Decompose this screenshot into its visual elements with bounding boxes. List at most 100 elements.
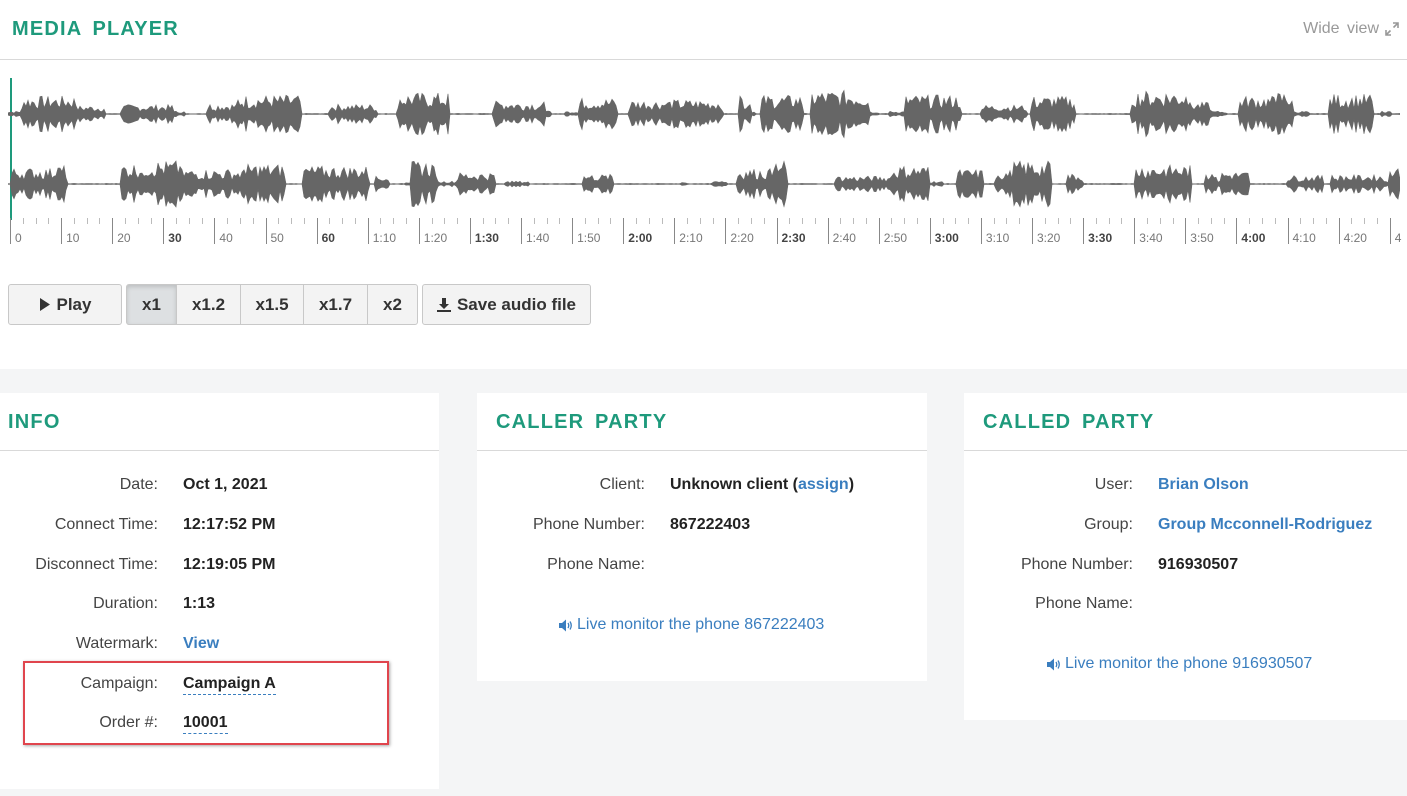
timeline-minor-tick [1159, 218, 1161, 224]
speed-x2-button[interactable]: x2 [367, 284, 418, 325]
timeline-minor-tick [763, 218, 765, 224]
download-icon [436, 297, 451, 312]
timeline-minor-tick [661, 218, 663, 224]
caller-phone-number-row: Phone Number: 867222403 [477, 516, 750, 538]
timeline-minor-tick [1249, 218, 1251, 224]
called-live-monitor-link[interactable]: Live monitor the phone 916930507 [1046, 655, 1312, 673]
timeline-minor-tick [1261, 218, 1263, 224]
timeline-label: 2:00 [628, 231, 653, 245]
timeline-tick [1236, 218, 1238, 244]
timeline-minor-tick [968, 218, 970, 224]
timeline-minor-tick [1172, 218, 1174, 224]
timeline-minor-tick [48, 218, 50, 224]
timeline-minor-tick [406, 218, 408, 224]
timeline-tick [163, 218, 165, 244]
assign-client-link[interactable]: assign [798, 476, 849, 493]
timeline-minor-tick [457, 218, 459, 224]
caller-live-monitor-link[interactable]: Live monitor the phone 867222403 [558, 616, 824, 634]
duration-value: 1:13 [183, 595, 216, 612]
timeline-tick [61, 218, 63, 244]
timeline-label: 3:50 [1190, 231, 1214, 245]
timeline-minor-tick [176, 218, 178, 224]
caller-party-panel: CALLER PARTY Client: Unknown client (ass… [477, 393, 927, 681]
group-link[interactable]: Group Mcconnell-Rodriguez [1158, 516, 1372, 534]
save-audio-label: Save audio file [456, 294, 577, 314]
date-label: Date: [119, 476, 158, 493]
wide-view-toggle[interactable]: Wide view [1303, 20, 1399, 38]
channel-2-wave [8, 160, 1400, 208]
timeline-minor-tick [495, 218, 497, 224]
caller-phone-name-label: Phone Name: [547, 556, 645, 573]
timeline-label: 3:40 [1139, 231, 1163, 245]
duration-label: Duration: [93, 595, 158, 612]
timeline-minor-tick [291, 218, 293, 224]
timeline-minor-tick [380, 218, 382, 224]
called-phone-number-row: Phone Number: 916930507 [964, 556, 1238, 578]
called-phone-number-value: 916930507 [1158, 556, 1239, 573]
timeline-minor-tick [124, 218, 126, 224]
timeline-label: 30 [168, 231, 182, 245]
speed-x1-button[interactable]: x1 [126, 284, 177, 325]
timeline-tick [1287, 218, 1289, 244]
timeline[interactable]: 0 10 20 30 40 50 60 1:10 1:20 1:30 1:40 1:50 2:00 2:1… [10, 218, 1401, 246]
media-player-title: MEDIA PLAYER [12, 18, 179, 40]
timeline-label: 3:00 [934, 231, 959, 245]
save-audio-button[interactable]: Save audio file [422, 284, 591, 325]
timeline-tick [827, 218, 829, 244]
timeline-minor-tick [904, 218, 906, 224]
channel-1-wave [8, 89, 1400, 139]
timeline-minor-tick [1044, 218, 1046, 224]
timeline-minor-tick [635, 218, 637, 224]
speed-x1-7-button[interactable]: x1.7 [303, 284, 368, 325]
timeline-tick [1185, 218, 1187, 244]
timeline-label: 4:10 [1292, 231, 1316, 245]
watermark-view-link[interactable]: View [183, 635, 219, 653]
timeline-minor-tick [1325, 218, 1327, 224]
speed-x1-5-button[interactable]: x1.5 [240, 284, 304, 325]
caller-client-row: Client: Unknown client (assign) [477, 476, 854, 498]
timeline-minor-tick [891, 218, 893, 224]
timeline-minor-tick [814, 218, 816, 224]
timeline-tick [929, 218, 931, 244]
timeline-minor-tick [1146, 218, 1148, 224]
timeline-label: 10 [66, 231, 80, 245]
timeline-minor-tick [1070, 218, 1072, 224]
caller-phone-number-label: Phone Number: [532, 516, 645, 533]
timeline-tick [674, 218, 676, 244]
timeline-tick [265, 218, 267, 244]
timeline-minor-tick [188, 218, 190, 224]
audio-waveform[interactable] [8, 78, 1400, 220]
timeline-minor-tick [559, 218, 561, 224]
user-link[interactable]: Brian Olson [1158, 476, 1249, 494]
called-panel-header: CALLED PARTY [964, 393, 1407, 451]
timeline-minor-tick [546, 218, 548, 224]
timeline-tick [418, 218, 420, 244]
timeline-minor-tick [750, 218, 752, 224]
timeline-tick [572, 218, 574, 244]
caller-phone-name-row: Phone Name: [477, 556, 645, 578]
wide-view-label: Wide view [1303, 20, 1379, 37]
called-party-panel: CALLED PARTY User: Brian Olson Group: Gr… [964, 393, 1407, 720]
timeline-label: 2:30 [781, 231, 806, 245]
timeline-minor-tick [738, 218, 740, 224]
called-live-monitor-label: Live monitor the phone 916930507 [1065, 655, 1313, 672]
speed-selector: x1 x1.2 x1.5 x1.7 x2 [126, 284, 418, 325]
timeline-label: 2:50 [883, 231, 908, 245]
timeline-minor-tick [201, 218, 203, 224]
timeline-label: 3:20 [1037, 231, 1061, 245]
play-button[interactable]: Play [8, 284, 122, 325]
timeline-minor-tick [853, 218, 855, 224]
caller-party-title: CALLER PARTY [496, 411, 668, 433]
timeline-label: 0 [15, 231, 22, 245]
timeline-minor-tick [648, 218, 650, 224]
timeline-label: 2:40 [832, 231, 856, 245]
timeline-minor-tick [444, 218, 446, 224]
timeline-minor-tick [1095, 218, 1097, 224]
timeline-label: 40 [219, 231, 233, 245]
timeline-minor-tick [1364, 218, 1366, 224]
info-watermark-row: Watermark: View [0, 635, 219, 657]
timeline-minor-tick [597, 218, 599, 224]
play-icon [39, 298, 50, 311]
speed-x1-2-button[interactable]: x1.2 [176, 284, 241, 325]
group-label: Group: [1084, 516, 1133, 533]
